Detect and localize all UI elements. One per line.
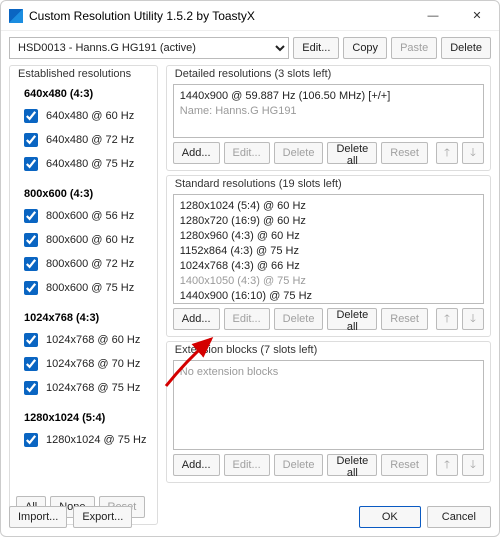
established-checkbox[interactable] — [24, 257, 38, 271]
standard-item[interactable]: 1280x960 (4:3) @ 60 Hz — [180, 229, 477, 244]
established-item-label: 640x480 @ 72 Hz — [46, 134, 134, 146]
established-checkbox[interactable] — [24, 209, 38, 223]
established-item[interactable]: 800x600 @ 60 Hz — [16, 228, 149, 252]
detailed-title: Detailed resolutions (3 slots left) — [175, 68, 484, 80]
established-item-label: 1024x768 @ 60 Hz — [46, 334, 140, 346]
established-item[interactable]: 800x600 @ 75 Hz — [16, 276, 149, 300]
established-item-label: 1024x768 @ 75 Hz — [46, 382, 140, 394]
established-checkbox[interactable] — [24, 333, 38, 347]
detailed-move-up-button[interactable]: 🡑 — [436, 142, 458, 164]
established-group-head: 800x600 (4:3) — [16, 184, 149, 204]
established-group: Established resolutions 640x480 (4:3)640… — [9, 65, 158, 525]
monitor-paste-button[interactable]: Paste — [391, 37, 437, 59]
extension-group: Extension blocks (7 slots left) No exten… — [166, 341, 491, 483]
established-checkbox[interactable] — [24, 133, 38, 147]
standard-list[interactable]: 1280x1024 (5:4) @ 60 Hz1280x720 (16:9) @… — [173, 194, 484, 304]
established-item[interactable]: 1280x1024 @ 75 Hz — [16, 428, 149, 452]
standard-delete-all-button[interactable]: Delete all — [327, 308, 377, 330]
monitor-select[interactable]: HSD0013 - Hanns.G HG191 (active) — [9, 37, 289, 59]
established-item[interactable]: 640x480 @ 75 Hz — [16, 152, 149, 176]
standard-item[interactable]: 1280x1024 (5:4) @ 60 Hz — [180, 199, 477, 214]
established-item[interactable]: 1024x768 @ 70 Hz — [16, 352, 149, 376]
detailed-edit-button[interactable]: Edit... — [224, 142, 270, 164]
window-title: Custom Resolution Utility 1.5.2 by Toast… — [29, 9, 411, 23]
standard-item[interactable]: 1280x720 (16:9) @ 60 Hz — [180, 214, 477, 229]
established-checkbox[interactable] — [24, 233, 38, 247]
detailed-reset-button[interactable]: Reset — [381, 142, 428, 164]
standard-edit-button[interactable]: Edit... — [224, 308, 270, 330]
established-item[interactable]: 1024x768 @ 75 Hz — [16, 376, 149, 400]
export-button[interactable]: Export... — [73, 506, 132, 528]
established-group-head: 640x480 (4:3) — [16, 84, 149, 104]
established-item-label: 800x600 @ 60 Hz — [46, 234, 134, 246]
standard-title: Standard resolutions (19 slots left) — [175, 178, 484, 190]
established-group-head: 1024x768 (4:3) — [16, 308, 149, 328]
established-item-label: 800x600 @ 75 Hz — [46, 282, 134, 294]
standard-item[interactable]: 1440x900 (16:10) @ 75 Hz — [180, 289, 477, 304]
cancel-button[interactable]: Cancel — [427, 506, 491, 528]
established-item[interactable]: 640x480 @ 60 Hz — [16, 104, 149, 128]
established-checkbox[interactable] — [24, 357, 38, 371]
standard-move-down-button[interactable]: 🡓 — [462, 308, 484, 330]
standard-group: Standard resolutions (19 slots left) 128… — [166, 175, 491, 337]
established-title: Established resolutions — [18, 68, 151, 80]
established-item[interactable]: 1024x768 @ 60 Hz — [16, 328, 149, 352]
standard-reset-button[interactable]: Reset — [381, 308, 428, 330]
monitor-copy-button[interactable]: Copy — [343, 37, 387, 59]
established-item[interactable]: 800x600 @ 56 Hz — [16, 204, 149, 228]
established-item-label: 1280x1024 @ 75 Hz — [46, 434, 146, 446]
standard-item[interactable]: 1152x864 (4:3) @ 75 Hz — [180, 244, 477, 259]
monitor-edit-button[interactable]: Edit... — [293, 37, 339, 59]
extension-add-button[interactable]: Add... — [173, 454, 220, 476]
detailed-move-down-button[interactable]: 🡓 — [462, 142, 484, 164]
extension-move-down-button[interactable]: 🡓 — [462, 454, 484, 476]
established-item-label: 1024x768 @ 70 Hz — [46, 358, 140, 370]
ok-button[interactable]: OK — [359, 506, 421, 528]
established-group-head: 1280x1024 (5:4) — [16, 408, 149, 428]
close-button[interactable]: ✕ — [455, 1, 499, 31]
detailed-group: Detailed resolutions (3 slots left) 1440… — [166, 65, 491, 171]
standard-delete-button[interactable]: Delete — [274, 308, 324, 330]
detailed-add-button[interactable]: Add... — [173, 142, 220, 164]
standard-move-up-button[interactable]: 🡑 — [436, 308, 458, 330]
extension-edit-button[interactable]: Edit... — [224, 454, 270, 476]
established-item-label: 640x480 @ 75 Hz — [46, 158, 134, 170]
app-icon — [9, 9, 23, 23]
established-item[interactable]: 640x480 @ 72 Hz — [16, 128, 149, 152]
extension-delete-button[interactable]: Delete — [274, 454, 324, 476]
detailed-list[interactable]: 1440x900 @ 59.887 Hz (106.50 MHz) [+/+] … — [173, 84, 484, 138]
import-button[interactable]: Import... — [9, 506, 67, 528]
extension-delete-all-button[interactable]: Delete all — [327, 454, 377, 476]
established-item[interactable]: 800x600 @ 72 Hz — [16, 252, 149, 276]
established-item-label: 800x600 @ 56 Hz — [46, 210, 134, 222]
title-bar: Custom Resolution Utility 1.5.2 by Toast… — [1, 1, 499, 31]
established-checkbox[interactable] — [24, 109, 38, 123]
established-checkbox[interactable] — [24, 381, 38, 395]
detailed-delete-all-button[interactable]: Delete all — [327, 142, 377, 164]
established-item-label: 640x480 @ 60 Hz — [46, 110, 134, 122]
minimize-button[interactable]: — — [411, 1, 455, 31]
extension-move-up-button[interactable]: 🡑 — [436, 454, 458, 476]
standard-item[interactable]: 1024x768 (4:3) @ 66 Hz — [180, 259, 477, 274]
established-item-label: 800x600 @ 72 Hz — [46, 258, 134, 270]
detailed-name: Name: Hanns.G HG191 — [180, 104, 477, 119]
detailed-delete-button[interactable]: Delete — [274, 142, 324, 164]
extension-reset-button[interactable]: Reset — [381, 454, 428, 476]
established-checkbox[interactable] — [24, 433, 38, 447]
extension-list[interactable]: No extension blocks — [173, 360, 484, 450]
extension-title: Extension blocks (7 slots left) — [175, 344, 484, 356]
established-list[interactable]: 640x480 (4:3) 640x480 @ 60 Hz 640x480 @ 72… — [16, 84, 151, 488]
monitor-delete-button[interactable]: Delete — [441, 37, 491, 59]
detailed-item[interactable]: 1440x900 @ 59.887 Hz (106.50 MHz) [+/+] — [180, 89, 477, 104]
established-checkbox[interactable] — [24, 157, 38, 171]
standard-add-button[interactable]: Add... — [173, 308, 220, 330]
extension-empty: No extension blocks — [180, 365, 477, 380]
standard-item[interactable]: 1400x1050 (4:3) @ 75 Hz — [180, 274, 477, 289]
established-checkbox[interactable] — [24, 281, 38, 295]
